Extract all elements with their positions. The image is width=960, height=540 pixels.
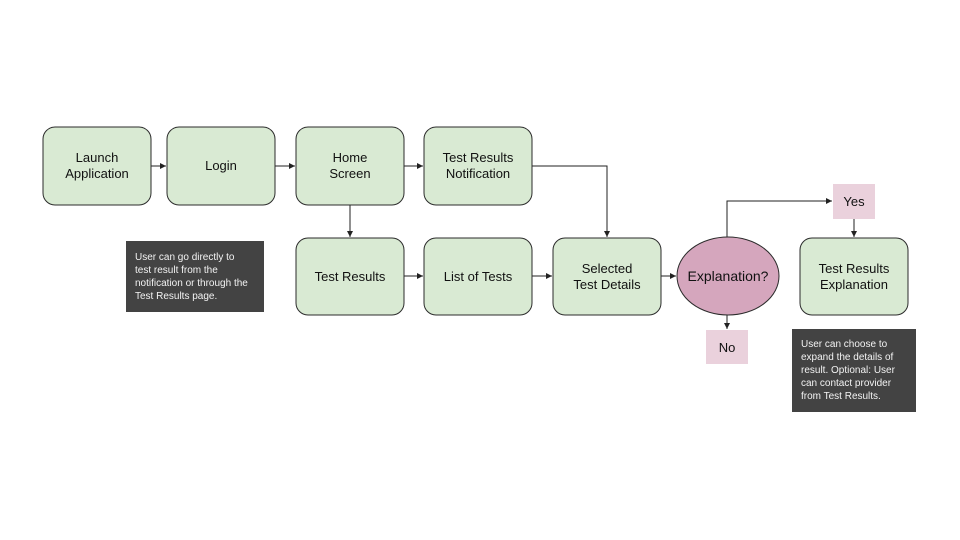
decision-explanation: Explanation? [676,236,780,316]
node-launch-application: Launch Application [42,126,152,206]
node-label: Selected [582,261,633,276]
decision-label: Explanation? [688,268,769,284]
node-label: Test Details [573,277,641,292]
no-label: No [719,340,736,355]
note-line: test result from the [135,265,218,276]
node-label: Test Results [819,261,890,276]
edge-decision-yes [726,198,832,237]
note-line: Test Results page. [135,291,217,302]
node-label: Test Results [443,150,514,165]
note-direct-access: User can go directly to test result from… [126,241,264,312]
node-login: Login [166,126,276,206]
note-line: User can go directly to [135,252,235,263]
node-label: Notification [446,166,510,181]
note-line: User can choose to [801,339,888,350]
node-test-results: Test Results [295,237,405,316]
node-selected-test-details: Selected Test Details [552,237,662,316]
node-label: Launch [76,150,119,165]
label-yes: Yes [833,184,875,219]
node-test-results-notification: Test Results Notification [423,126,533,206]
note-line: can contact provider [801,378,892,389]
node-label: Explanation [820,277,888,292]
note-line: result. Optional: User [801,365,896,376]
note-line: from Test Results. [801,391,881,402]
label-no: No [706,330,748,364]
note-line: expand the details of [801,352,894,363]
node-list-of-tests: List of Tests [423,237,533,316]
note-expand-details: User can choose to expand the details of… [792,329,916,412]
node-label: Screen [329,166,370,181]
node-label: Login [205,158,237,173]
node-test-results-explanation: Test Results Explanation [799,237,909,316]
note-line: notification or through the [135,278,248,289]
node-home-screen: Home Screen [295,126,405,206]
node-label: Home [333,150,368,165]
node-label: List of Tests [444,269,513,284]
edge-notification-selected [532,165,610,237]
yes-label: Yes [843,194,865,209]
flowchart: Launch Application Login Home Screen Tes… [42,126,916,412]
node-label: Test Results [315,269,386,284]
node-label: Application [65,166,129,181]
